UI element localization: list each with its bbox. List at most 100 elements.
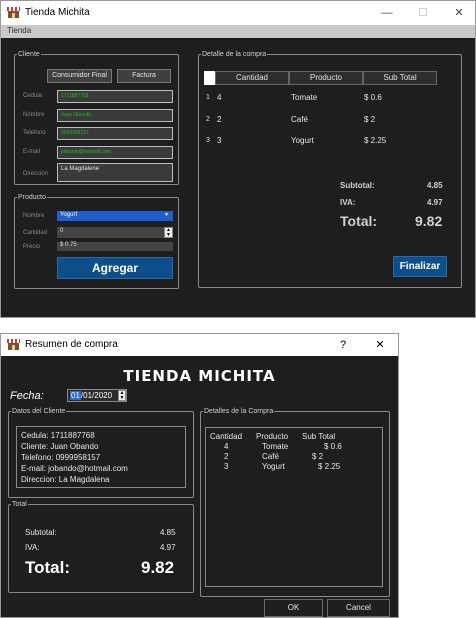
cantidad-stepper[interactable]: ▲ ▼ (164, 227, 173, 238)
producto-select[interactable]: Yogurt ▼ (57, 211, 173, 221)
cedula-input[interactable]: 1711887768 (57, 90, 173, 103)
table-corner-button[interactable] (204, 71, 215, 85)
cancel-button[interactable]: Cancel (327, 599, 390, 617)
subtotal-value: 4.85 (427, 181, 443, 190)
row-number: 3 (206, 137, 210, 144)
cliente-email: E-mail: jobando@hotmail.com (21, 464, 128, 473)
row-number: 2 (206, 116, 210, 123)
row-producto: Café (291, 115, 308, 124)
chevron-down-icon: ▼ (164, 212, 169, 218)
agregar-button[interactable]: Agregar (57, 257, 173, 279)
minimize-button[interactable]: — (376, 5, 398, 21)
precio-value: $ 0.75 (57, 242, 173, 251)
detalle-subtotal: $ 2.25 (318, 462, 341, 471)
detalles-compra-box: Cantidad Producto Sub Total 4 Tomate $ 0… (205, 427, 383, 587)
col-header-producto[interactable]: Producto (289, 71, 363, 85)
nombre-label: Nombre (23, 112, 45, 118)
cliente-direccion: Direccion: La Magdalena (21, 475, 110, 484)
window-title: Tienda Michita (25, 7, 90, 18)
resumen-subtotal-value: 4.85 (160, 528, 176, 537)
cedula-label: Cedula (23, 93, 43, 99)
row-cantidad: 3 (217, 136, 222, 145)
total-label: Total: (340, 213, 378, 229)
ok-button[interactable]: OK (264, 599, 323, 617)
row-subtotal: $ 2 (364, 115, 376, 124)
producto-nombre-label: Nombre (23, 213, 45, 219)
cantidad-spinbox[interactable]: 0 (57, 227, 164, 238)
direccion-label: Dirección (23, 171, 49, 177)
close-button[interactable]: ✕ (448, 5, 470, 21)
row-number: 1 (206, 94, 210, 101)
email-input[interactable]: jobando@hotmail.com (57, 146, 173, 159)
row-cantidad: 4 (217, 93, 222, 102)
detalle-producto: Yogurt (262, 462, 285, 471)
cliente-cedula: Cedula: 1711887768 (21, 431, 95, 440)
fecha-day: 01 (70, 391, 81, 400)
row-producto: Yogurt (291, 136, 314, 145)
detalle-cantidad: 4 (224, 442, 229, 451)
datos-cliente-legend: Datos del Cliente (12, 408, 66, 415)
detalle-producto: Tomate (262, 442, 289, 451)
detalle-cantidad: 3 (224, 462, 229, 471)
fecha-date-edit[interactable]: 01/01/2020 ▲ ▼ (67, 389, 127, 402)
dialog-close-button[interactable]: ✕ (369, 337, 391, 353)
detalle-header-producto: Producto (256, 432, 289, 441)
menu-bar: Tienda (1, 25, 475, 38)
telefono-input[interactable]: 0999958157 (57, 127, 173, 140)
iva-value: 4.97 (427, 198, 443, 207)
direccion-input[interactable]: La Magdalene (57, 163, 173, 182)
detalle-subtotal: $ 0.6 (324, 442, 342, 451)
detalle-producto: Café (262, 452, 279, 461)
resumen-subtotal-label: Subtotal: (25, 528, 57, 537)
dialog-title: Resumen de compra (25, 339, 118, 350)
table-row[interactable]: 1 4 Tomate $ 0.6 (204, 91, 438, 105)
col-header-subtotal[interactable]: Sub Total (363, 71, 437, 85)
detalle-subtotal: $ 2 (312, 452, 324, 461)
table-row[interactable]: 2 2 Café $ 2 (204, 113, 438, 127)
resumen-iva-value: 4.97 (160, 543, 176, 552)
dialog-title-bar: Resumen de compra ? ✕ (1, 334, 398, 356)
detalles-compra-legend: Detalles de la Compra (204, 408, 274, 415)
subtotal-label: Subtotal: (340, 181, 375, 190)
main-window: Tienda Michita — ☐ ✕ Tienda Cliente Cons… (0, 0, 476, 318)
consumidor-final-button[interactable]: Consumidor Final (47, 69, 112, 83)
menu-tienda[interactable]: Tienda (7, 26, 31, 35)
fecha-rest: /01/2020 (80, 391, 113, 400)
detalle-legend: Detalle de la compra (202, 51, 267, 58)
total-value: 9.82 (415, 213, 443, 229)
finalizar-button[interactable]: Finalizar (393, 256, 447, 277)
store-icon (7, 339, 20, 350)
maximize-button[interactable]: ☐ (412, 5, 434, 21)
resumen-dialog: Resumen de compra ? ✕ TIENDA MICHITA Fec… (0, 333, 399, 618)
total-legend: Total (12, 501, 27, 508)
help-button[interactable]: ? (332, 337, 354, 353)
cliente-nombre: Cliente: Juan Obando (21, 442, 99, 451)
detalle-group: Detalle de la compra (198, 51, 462, 288)
cantidad-label: Cantidad (23, 230, 48, 236)
cliente-telefono: Telefono: 0999958157 (21, 453, 101, 462)
col-header-cantidad[interactable]: Cantidad (215, 71, 289, 85)
store-icon (7, 7, 20, 18)
table-row[interactable]: 3 3 Yogurt $ 2.25 (204, 134, 438, 148)
detalle-header-cantidad: Cantidad (210, 432, 243, 441)
email-label: E-mail (23, 149, 41, 155)
store-brand-title: TIENDA MICHITA (123, 367, 276, 385)
resumen-total-value: 9.82 (141, 558, 175, 577)
factura-button[interactable]: Factura (117, 69, 171, 83)
resumen-iva-label: IVA: (25, 543, 40, 552)
row-subtotal: $ 0.6 (364, 93, 382, 102)
row-subtotal: $ 2.25 (364, 136, 387, 145)
datos-cliente-box: Cedula: 1711887768 Cliente: Juan Obando … (16, 426, 186, 488)
producto-legend: Producto (18, 194, 47, 201)
row-cantidad: 2 (217, 115, 222, 124)
iva-label: IVA: (340, 198, 356, 207)
telefono-label: Teléfono (23, 130, 46, 136)
nombre-input[interactable]: Juan Obando (57, 109, 173, 122)
detalle-cantidad: 2 (224, 452, 229, 461)
title-bar: Tienda Michita — ☐ ✕ (1, 1, 475, 25)
resumen-total-label: Total: (25, 558, 71, 577)
precio-label: Precio (23, 244, 41, 250)
row-producto: Tomate (291, 93, 318, 102)
producto-select-value: Yogurt (60, 212, 78, 218)
fecha-stepper[interactable]: ▲ ▼ (118, 390, 126, 401)
